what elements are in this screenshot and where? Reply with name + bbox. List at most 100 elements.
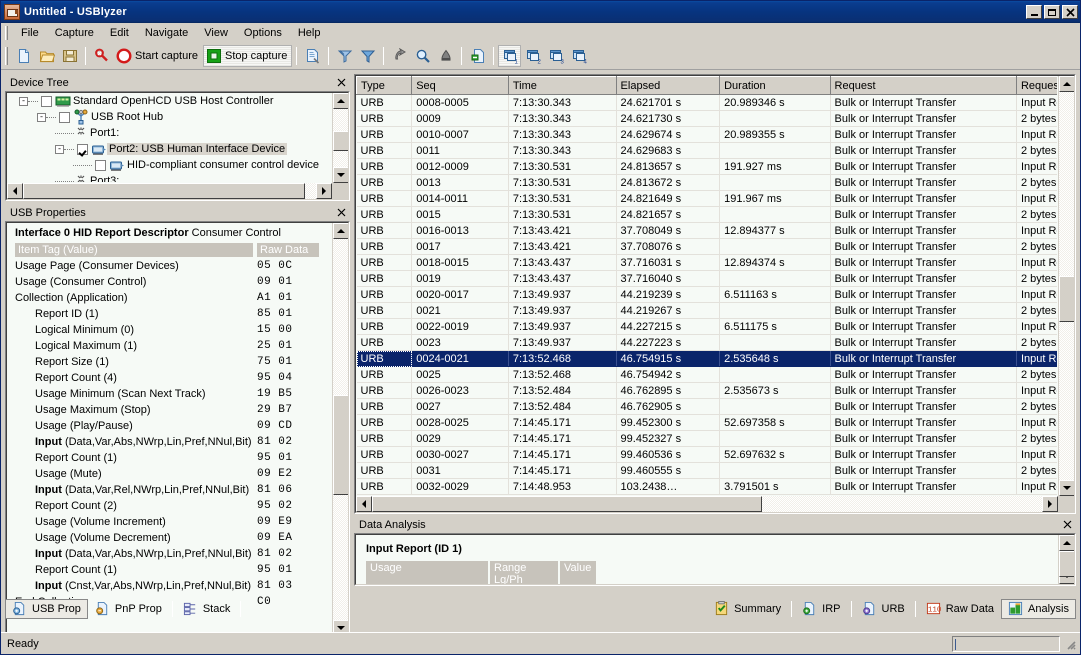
tab-analysis[interactable]: Analysis — [1001, 599, 1076, 619]
urb-column-header[interactable]: Type — [356, 76, 413, 95]
urb-row[interactable]: URB 0029 7:14:45.171 99.452327 s Bulk or Int… — [356, 430, 1057, 447]
status-input-field[interactable] — [952, 635, 1060, 652]
report-descriptor-row[interactable]: Usage (Consumer Control) 09 01 — [7, 274, 331, 290]
maximize-button[interactable] — [1044, 5, 1060, 19]
usb-properties-close-icon[interactable] — [334, 206, 348, 220]
urb-row[interactable]: URB 0025 7:13:52.468 46.754942 s Bulk or Int… — [356, 366, 1057, 383]
report-descriptor-row[interactable]: Usage Page (Consumer Devices) 05 0C — [7, 258, 331, 274]
report-descriptor-rows[interactable]: Usage Page (Consumer Devices) 05 0C Usage … — [7, 258, 331, 610]
menu-options[interactable]: Options — [236, 25, 290, 41]
urb-row[interactable]: URB 0031 7:14:45.171 99.460555 s Bulk or Int… — [356, 462, 1057, 479]
column-header-usage[interactable]: Usage — [366, 561, 488, 584]
urb-row[interactable]: URB 0018-0015 7:13:43.437 37.716031 s 12.894… — [356, 254, 1057, 271]
column-header-item-tag[interactable]: Item Tag (Value) — [15, 243, 253, 257]
data-analysis-scroll-up[interactable] — [1059, 535, 1074, 551]
data-analysis-close-icon[interactable] — [1060, 518, 1074, 532]
device-tree-node[interactable]: - USB Root Hub — [7, 109, 331, 125]
device-tree-vscroll-thumb[interactable] — [333, 131, 348, 151]
capture-settings-button[interactable] — [90, 45, 113, 67]
urb-row[interactable]: URB00337:14:48.953103.2438… Bulk or Inter… — [356, 494, 1057, 495]
urb-row[interactable]: URB 0022-0019 7:13:49.937 44.227215 s 6.5111… — [356, 318, 1057, 335]
urb-grid-body[interactable]: URB 0008-0005 7:13:30.343 24.621701 s 20.989… — [356, 94, 1057, 495]
tab-pnp-prop[interactable]: PnP Prop — [88, 599, 169, 619]
report-descriptor-row[interactable]: Report Size (1) 75 01 — [7, 354, 331, 370]
urb-column-header[interactable]: Seq — [411, 76, 509, 95]
device-tree-node[interactable]: HID-compliant consumer control device — [7, 157, 331, 173]
stop-capture-button[interactable]: Stop capture — [202, 45, 293, 67]
device-tree-close-icon[interactable] — [334, 76, 348, 90]
menu-file[interactable]: File — [13, 25, 47, 41]
urb-scroll-down[interactable] — [1059, 480, 1074, 496]
urb-vscroll-thumb[interactable] — [1059, 276, 1074, 322]
urb-vscrollbar[interactable] — [1058, 76, 1074, 496]
layout-3-button[interactable]: 3 — [544, 45, 567, 67]
report-descriptor-row[interactable]: Report ID (1) 85 01 — [7, 306, 331, 322]
minimize-button[interactable] — [1026, 5, 1042, 19]
urb-column-header[interactable]: Request — [829, 76, 1017, 95]
report-descriptor-row[interactable]: Report Count (2) 95 02 — [7, 498, 331, 514]
urb-hscroll-thumb[interactable] — [372, 496, 762, 512]
save-button[interactable] — [58, 45, 81, 67]
report-button[interactable] — [301, 45, 324, 67]
report-descriptor-row[interactable]: Usage (Play/Pause) 09 CD — [7, 418, 331, 434]
urb-row[interactable]: URB 0024-0021 7:13:52.468 46.754915 s 2.5356… — [356, 350, 1057, 367]
report-descriptor-row[interactable]: Input (Data,Var,Abs,NWrp,Lin,Pref,NNul,B… — [7, 434, 331, 450]
urb-row[interactable]: URB 0015 7:13:30.531 24.821657 s Bulk or Int… — [356, 206, 1057, 223]
tree-expander-icon[interactable]: - — [55, 144, 64, 154]
urb-row[interactable]: URB 0008-0005 7:13:30.343 24.621701 s 20.989… — [356, 94, 1057, 111]
urb-row[interactable]: URB 0021 7:13:49.937 44.219267 s Bulk or Int… — [356, 302, 1057, 319]
urb-row[interactable]: URB 0012-0009 7:13:30.531 24.813657 s 191.92… — [356, 158, 1057, 175]
usb-properties-scroll-up[interactable] — [333, 223, 348, 239]
urb-row[interactable]: URB 0014-0011 7:13:30.531 24.821649 s 191.96… — [356, 190, 1057, 207]
device-tree-node[interactable]: - Port2: USB Human Interface Device — [7, 141, 331, 157]
tree-node-checkbox[interactable] — [59, 111, 70, 123]
layout-2-button[interactable]: 2 — [521, 45, 544, 67]
device-tree-node[interactable]: Port1: — [7, 125, 331, 141]
device-tree-hscroll-thumb[interactable] — [23, 183, 305, 199]
urb-row[interactable]: URB 0020-0017 7:13:49.937 44.219239 s 6.5111… — [356, 286, 1057, 303]
urb-row[interactable]: URB 0011 7:13:30.343 24.629683 s Bulk or Int… — [356, 142, 1057, 159]
menu-grip[interactable] — [5, 25, 8, 40]
urb-row[interactable]: URB 0026-0023 7:13:52.484 46.762895 s 2.5356… — [356, 382, 1057, 399]
report-descriptor-row[interactable]: Report Count (4) 95 04 — [7, 370, 331, 386]
urb-column-header[interactable]: Time — [507, 76, 617, 95]
toolbar-grip[interactable] — [5, 47, 8, 65]
filter-button[interactable] — [356, 45, 379, 67]
report-descriptor-row[interactable]: Report Count (1) 95 01 — [7, 450, 331, 466]
device-tree-scroll-right[interactable] — [316, 183, 332, 199]
report-descriptor-row[interactable]: Input (Data,Var,Abs,NWrp,Lin,Pref,NNul,B… — [7, 546, 331, 562]
layout-1-button[interactable]: 1 — [498, 45, 522, 67]
menu-capture[interactable]: Capture — [47, 25, 102, 41]
urb-scroll-right[interactable] — [1042, 496, 1058, 512]
layout-4-button[interactable]: 4 — [567, 45, 590, 67]
urb-row[interactable]: URB 0030-0027 7:14:45.171 99.460536 s 52.697… — [356, 446, 1057, 463]
urb-row[interactable]: URB 0032-0029 7:14:48.953 103.2438… 3.791501… — [356, 478, 1057, 495]
tab-raw-data[interactable]: 110 Raw Data — [919, 599, 1001, 619]
urb-row[interactable]: URB 0009 7:13:30.343 24.621730 s Bulk or Int… — [356, 110, 1057, 127]
device-tree-scroll-left[interactable] — [7, 183, 23, 199]
device-tree-vscrollbar[interactable] — [332, 93, 348, 183]
urb-row[interactable]: URB 0027 7:13:52.484 46.762905 s Bulk or Int… — [356, 398, 1057, 415]
usb-properties-vscroll-thumb[interactable] — [333, 395, 348, 495]
column-header-value[interactable]: Value — [560, 561, 596, 584]
find-button[interactable] — [411, 45, 434, 67]
tab-usb-prop[interactable]: USB Prop — [5, 599, 88, 619]
report-descriptor-row[interactable]: Usage (Mute) 09 E2 — [7, 466, 331, 482]
close-button[interactable] — [1062, 5, 1078, 19]
menu-edit[interactable]: Edit — [102, 25, 137, 41]
urb-column-header[interactable]: Elapsed — [615, 76, 721, 95]
report-descriptor-row[interactable]: Usage (Volume Decrement) 09 EA — [7, 530, 331, 546]
tree-expander-icon[interactable]: - — [37, 112, 46, 122]
report-descriptor-row[interactable]: Logical Minimum (0) 15 00 — [7, 322, 331, 338]
tree-node-checkbox[interactable] — [41, 95, 52, 107]
urb-row[interactable]: URB 0013 7:13:30.531 24.813672 s Bulk or Int… — [356, 174, 1057, 191]
tree-expander-icon[interactable]: - — [19, 96, 28, 106]
tree-node-checkbox[interactable] — [95, 159, 106, 171]
data-analysis-vscrollbar[interactable] — [1058, 535, 1074, 584]
display-settings-button[interactable] — [333, 45, 356, 67]
tab-irp[interactable]: IRP — [795, 599, 847, 619]
column-header-raw-data[interactable]: Raw Data — [257, 243, 319, 257]
report-descriptor-row[interactable]: Usage (Volume Increment) 09 E9 — [7, 514, 331, 530]
start-capture-button[interactable]: Start capture — [113, 45, 203, 67]
device-tree-hscrollbar[interactable] — [7, 183, 332, 199]
